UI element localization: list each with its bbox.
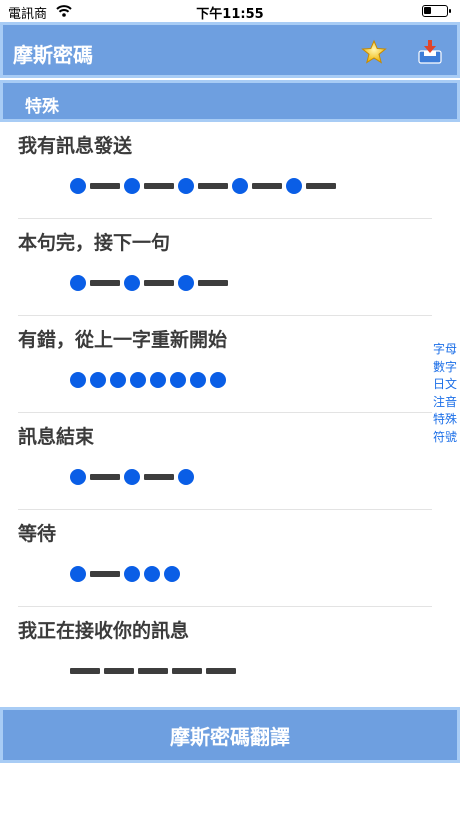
list-item-title: 我正在接收你的訊息 [18,620,190,642]
morse-dash [70,668,100,674]
morse-dash [144,183,174,189]
app-header: 摩斯密碼 [0,22,460,78]
index-item[interactable]: 字母 [430,341,460,359]
morse-dot [124,275,140,291]
morse-dot [90,372,106,388]
list-item[interactable]: 本句完，接下一句 [0,219,432,316]
list-item[interactable]: 等待 [0,510,432,607]
index-item[interactable]: 數字 [430,359,460,377]
index-item[interactable]: 注音 [430,394,460,412]
morse-dash [172,668,202,674]
morse-dot [170,372,186,388]
morse-code [70,657,236,685]
morse-dot [70,469,86,485]
translate-button-label: 摩斯密碼翻譯 [170,724,290,749]
morse-dash [90,474,120,480]
list-item-title: 有錯，從上一字重新開始 [18,329,228,351]
morse-dot [150,372,166,388]
index-item[interactable]: 日文 [430,376,460,394]
morse-code [70,172,336,200]
morse-code [70,269,228,297]
list-item-title: 本句完，接下一句 [18,232,171,254]
morse-list[interactable]: 我有訊息發送本句完，接下一句有錯，從上一字重新開始 訊息結束等待我正在接收你的訊息 [0,122,460,706]
list-item-title: 訊息結束 [18,426,95,448]
morse-dot [124,178,140,194]
morse-dot [144,566,160,582]
morse-dot [164,566,180,582]
morse-dot [286,178,302,194]
status-bar: 電訊商 下午11:55 [0,0,460,22]
battery-icon [422,5,451,17]
morse-dash [104,668,134,674]
morse-dash [90,280,120,286]
list-item-title: 我有訊息發送 [18,135,133,157]
list-item[interactable]: 訊息結束 [0,413,432,510]
morse-dot [70,178,86,194]
morse-dot [70,566,86,582]
morse-dot [124,469,140,485]
section-header: 特殊 [0,80,460,122]
morse-dash [198,280,228,286]
status-time: 下午11:55 [196,7,264,22]
morse-dash [144,280,174,286]
morse-code [70,560,180,588]
app-title: 摩斯密碼 [13,43,93,67]
star-icon[interactable] [361,39,387,65]
section-index[interactable]: 字母 數字 日文 注音 特殊 符號 [430,341,460,446]
morse-code [70,463,194,491]
list-item[interactable]: 有錯，從上一字重新開始 [0,316,432,413]
morse-dot [178,275,194,291]
list-item[interactable]: 我正在接收你的訊息 [0,607,432,704]
list-item-title: 等待 [18,523,57,545]
morse-dot [190,372,206,388]
morse-dash [138,668,168,674]
morse-dash [198,183,228,189]
morse-dash [206,668,236,674]
morse-dot [70,275,86,291]
morse-dot [232,178,248,194]
morse-dash [90,183,120,189]
morse-code [70,366,226,394]
morse-dot [130,372,146,388]
morse-dot [210,372,226,388]
morse-dot [178,469,194,485]
morse-dash [90,571,120,577]
index-item[interactable]: 符號 [430,429,460,447]
morse-dot [124,566,140,582]
list-item[interactable]: 我有訊息發送 [0,122,432,219]
morse-dot [178,178,194,194]
index-item[interactable]: 特殊 [430,411,460,429]
morse-dash [306,183,336,189]
morse-dot [110,372,126,388]
translate-button[interactable]: 摩斯密碼翻譯 [0,707,460,763]
morse-dot [70,372,86,388]
section-title: 特殊 [25,97,59,117]
inbox-download-icon[interactable] [417,38,443,66]
morse-dash [144,474,174,480]
morse-dash [252,183,282,189]
